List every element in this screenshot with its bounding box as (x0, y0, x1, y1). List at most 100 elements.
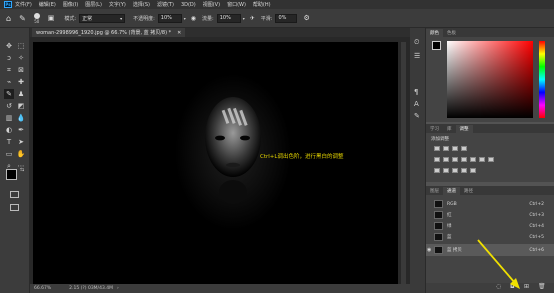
tab-libraries[interactable]: 库 (443, 125, 456, 133)
flow-value: 10% (219, 15, 231, 21)
eraser-tool-icon[interactable]: ◩ (16, 101, 26, 111)
brush-tool-icon[interactable]: ✎ (4, 89, 14, 99)
menu-layer[interactable]: 图层(L) (85, 1, 102, 8)
fg-color-chip[interactable] (432, 41, 441, 50)
paragraph-icon[interactable]: ¶ (414, 88, 418, 96)
gear-icon[interactable]: ⚙ (303, 14, 309, 22)
gradient-map-adjust-icon[interactable] (461, 168, 467, 173)
history-icon[interactable]: ⏲ (414, 38, 419, 47)
image-canvas[interactable]: Ctrl+L调出色阶，进行黑白的调整 (33, 42, 398, 284)
brush-size-picker[interactable]: 50 (33, 12, 40, 24)
tab-adjustments[interactable]: 调整 (455, 125, 473, 133)
history-brush-tool-icon[interactable]: ↺ (4, 101, 14, 111)
channel-mixer-adjust-icon[interactable] (479, 157, 485, 162)
channel-row-green[interactable]: 绿 Ctrl+4 (426, 221, 554, 231)
photo-filter-adjust-icon[interactable] (470, 157, 476, 162)
channel-shortcut: Ctrl+5 (529, 234, 544, 240)
chevron-down-icon[interactable]: ▾ (184, 16, 186, 21)
save-selection-icon[interactable]: ◘ (510, 283, 515, 290)
invert-adjust-icon[interactable] (434, 168, 440, 173)
hue-saturation-adjust-icon[interactable] (443, 157, 449, 162)
flow-input[interactable]: 10% (216, 13, 241, 23)
zoom-level[interactable]: 66.67% (34, 286, 51, 291)
blur-tool-icon[interactable]: 💧 (16, 113, 26, 123)
dodge-tool-icon[interactable]: ◐ (4, 125, 14, 135)
tab-color[interactable]: 颜色 (426, 29, 443, 37)
channel-row-blue[interactable]: 蓝 Ctrl+5 (426, 232, 554, 242)
new-channel-icon[interactable]: ⊞ (524, 283, 529, 290)
lasso-tool-icon[interactable]: ↄ (4, 53, 14, 63)
foreground-color-swatch[interactable] (6, 169, 17, 180)
path-select-tool-icon[interactable]: ➤ (16, 137, 26, 147)
opacity-input[interactable]: 10% (157, 13, 182, 23)
tab-learn[interactable]: 学习 (426, 125, 443, 133)
channel-row-blue-copy[interactable]: ◉ 蓝 拷贝 Ctrl+6 (426, 244, 554, 256)
tab-channels[interactable]: 通道 (443, 187, 460, 195)
menu-help[interactable]: 帮助(H) (253, 1, 271, 8)
pen-tool-icon[interactable]: ✒ (16, 125, 26, 135)
tab-paths[interactable]: 路径 (460, 187, 477, 195)
color-picker-field[interactable] (447, 41, 533, 118)
hue-slider[interactable] (539, 41, 545, 118)
home-icon[interactable]: ⌂ (6, 14, 11, 23)
threshold-adjust-icon[interactable] (452, 168, 458, 173)
clone-stamp-tool-icon[interactable]: ♟ (16, 89, 26, 99)
screen-mode-icon[interactable] (10, 204, 19, 211)
menu-window[interactable]: 窗口(W) (227, 1, 246, 8)
levels-adjust-icon[interactable] (443, 146, 449, 151)
vibrance-adjust-icon[interactable] (434, 157, 440, 162)
brightness-adjust-icon[interactable] (434, 146, 440, 151)
frame-tool-icon[interactable]: ⊠ (16, 65, 26, 75)
move-tool-icon[interactable]: ✥ (4, 41, 14, 51)
eyedropper-tool-icon[interactable]: ⌁ (4, 77, 14, 87)
menu-select[interactable]: 选择(S) (133, 1, 150, 8)
menu-type[interactable]: 文字(Y) (109, 1, 126, 8)
opacity-value: 10% (160, 15, 172, 21)
brush-settings-icon[interactable]: ✎ (414, 112, 420, 120)
posterize-adjust-icon[interactable] (443, 168, 449, 173)
curves-adjust-icon[interactable] (452, 146, 458, 151)
menu-3d[interactable]: 3D(D) (181, 2, 196, 8)
quick-select-tool-icon[interactable]: ✧ (16, 53, 26, 63)
vertical-scrollbar[interactable] (401, 42, 406, 284)
load-selection-icon[interactable]: ◌ (496, 283, 501, 290)
chevron-down-icon[interactable]: ▾ (243, 16, 245, 21)
healing-tool-icon[interactable]: ✚ (16, 77, 26, 87)
tab-swatches[interactable]: 色板 (443, 29, 460, 37)
menu-edit[interactable]: 编辑(E) (39, 1, 56, 8)
channel-row-red[interactable]: 红 Ctrl+3 (426, 210, 554, 220)
delete-channel-icon[interactable]: 🗑 (538, 283, 546, 290)
color-lookup-adjust-icon[interactable] (488, 157, 494, 162)
shape-tool-icon[interactable]: ▭ (4, 149, 14, 159)
close-icon[interactable]: ✕ (177, 30, 181, 36)
menu-filter[interactable]: 滤镜(T) (157, 1, 174, 8)
eye-visibility-icon[interactable]: ◉ (427, 247, 431, 253)
airbrush-icon[interactable]: ✈ (250, 15, 255, 22)
mode-select[interactable]: 正常 ▾ (79, 13, 126, 23)
pressure-opacity-icon[interactable]: ◉ (191, 15, 196, 22)
gradient-tool-icon[interactable]: ▥ (4, 113, 14, 123)
channel-shortcut: Ctrl+6 (529, 247, 544, 253)
crop-tool-icon[interactable]: ⌗ (4, 65, 14, 75)
character-icon[interactable]: A (414, 100, 419, 108)
document-tab[interactable]: woman-2998996_1920.jpg @ 66.7% (背景, 蓝 拷贝… (32, 28, 186, 37)
brush-panel-icon[interactable]: ▣ (48, 14, 55, 22)
properties-icon[interactable]: ☰ (414, 52, 420, 60)
selective-color-adjust-icon[interactable] (470, 168, 476, 173)
menu-file[interactable]: 文件(F) (15, 1, 32, 8)
hand-tool-icon[interactable]: ✋ (16, 149, 26, 159)
black-white-adjust-icon[interactable] (461, 157, 467, 162)
menu-image[interactable]: 图像(I) (63, 1, 78, 8)
smoothing-input[interactable]: 0% (275, 13, 298, 23)
type-tool-icon[interactable]: T (4, 137, 14, 147)
tab-layers[interactable]: 图层 (426, 187, 443, 195)
chevron-right-icon[interactable]: › (117, 286, 119, 291)
exposure-adjust-icon[interactable] (461, 146, 467, 151)
swap-colors-icon[interactable]: ⇆ (20, 167, 24, 173)
brush-preset-icon[interactable]: ✎ (19, 14, 26, 23)
menu-view[interactable]: 视图(V) (203, 1, 220, 8)
quick-mask-icon[interactable] (10, 191, 19, 198)
marquee-tool-icon[interactable]: ⬚ (16, 41, 26, 51)
color-balance-adjust-icon[interactable] (452, 157, 458, 162)
channel-row-rgb[interactable]: RGB Ctrl+2 (426, 199, 554, 209)
